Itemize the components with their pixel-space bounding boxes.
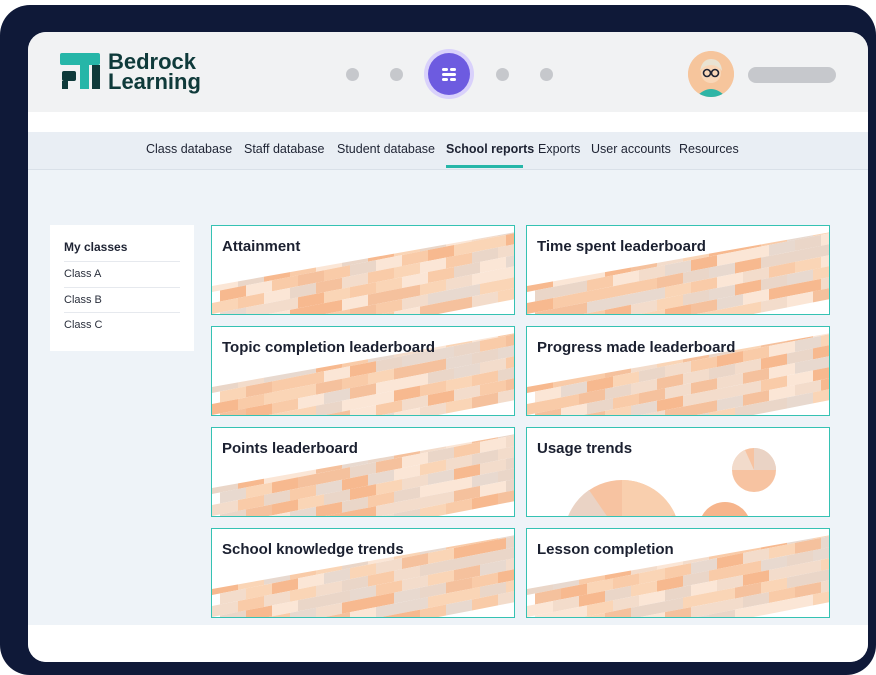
switcher-dot-2[interactable]: [390, 68, 403, 81]
user-avatar[interactable]: [688, 51, 734, 97]
bedrock-logo-icon[interactable]: [58, 49, 102, 93]
nav-staff-database[interactable]: Staff database: [244, 142, 324, 156]
active-tab-indicator: [446, 165, 523, 168]
nav-resources[interactable]: Resources: [679, 142, 739, 156]
report-card-school-knowledge[interactable]: School knowledge trends: [211, 528, 515, 618]
user-avatar-icon: [688, 51, 734, 97]
footer-bar: [28, 625, 868, 662]
device-frame: Bedrock Learning Class database Staff da…: [0, 5, 876, 675]
apps-menu-icon: [442, 68, 456, 81]
brand-name: Bedrock Learning: [108, 51, 201, 94]
report-card-title: Time spent leaderboard: [537, 238, 706, 255]
nav-exports[interactable]: Exports: [538, 142, 580, 156]
switcher-dot-3[interactable]: [496, 68, 509, 81]
report-card-title: Lesson completion: [537, 541, 674, 558]
report-card-title: Usage trends: [537, 440, 633, 457]
nav-user-accounts[interactable]: User accounts: [591, 142, 671, 156]
top-bar: Bedrock Learning: [28, 32, 868, 112]
main-nav: Class database Staff database Student da…: [28, 132, 868, 170]
sidebar-item-class-b[interactable]: Class B: [64, 287, 180, 306]
sidebar-item-class-c[interactable]: Class C: [64, 312, 180, 331]
nav-class-database[interactable]: Class database: [146, 142, 232, 156]
switcher-dot-4[interactable]: [540, 68, 553, 81]
report-card-lesson-completion[interactable]: Lesson completion: [526, 528, 830, 618]
classes-sidebar: My classes Class A Class B Class C: [50, 225, 194, 351]
switcher-dot-1[interactable]: [346, 68, 359, 81]
report-card-progress-made[interactable]: Progress made leaderboard: [526, 326, 830, 416]
sidebar-item-class-a[interactable]: Class A: [64, 261, 180, 280]
brand-name-line2: Learning: [108, 69, 201, 94]
apps-menu-button[interactable]: [428, 53, 470, 95]
user-name-placeholder[interactable]: [748, 67, 836, 83]
nav-school-reports[interactable]: School reports: [446, 142, 534, 156]
report-card-title: School knowledge trends: [222, 541, 404, 558]
nav-student-database[interactable]: Student database: [337, 142, 435, 156]
report-card-usage-trends[interactable]: Usage trends: [526, 427, 830, 517]
sidebar-title: My classes: [64, 240, 128, 254]
report-card-points[interactable]: Points leaderboard: [211, 427, 515, 517]
report-card-time-spent[interactable]: Time spent leaderboard: [526, 225, 830, 315]
header-spacer: [28, 112, 868, 132]
report-card-topic-completion[interactable]: Topic completion leaderboard: [211, 326, 515, 416]
report-card-attainment[interactable]: Attainment: [211, 225, 515, 315]
report-card-title: Points leaderboard: [222, 440, 358, 457]
report-card-title: Attainment: [222, 238, 301, 255]
report-card-title: Progress made leaderboard: [537, 339, 736, 356]
app-screen: Bedrock Learning Class database Staff da…: [28, 32, 868, 662]
report-card-title: Topic completion leaderboard: [222, 339, 436, 356]
